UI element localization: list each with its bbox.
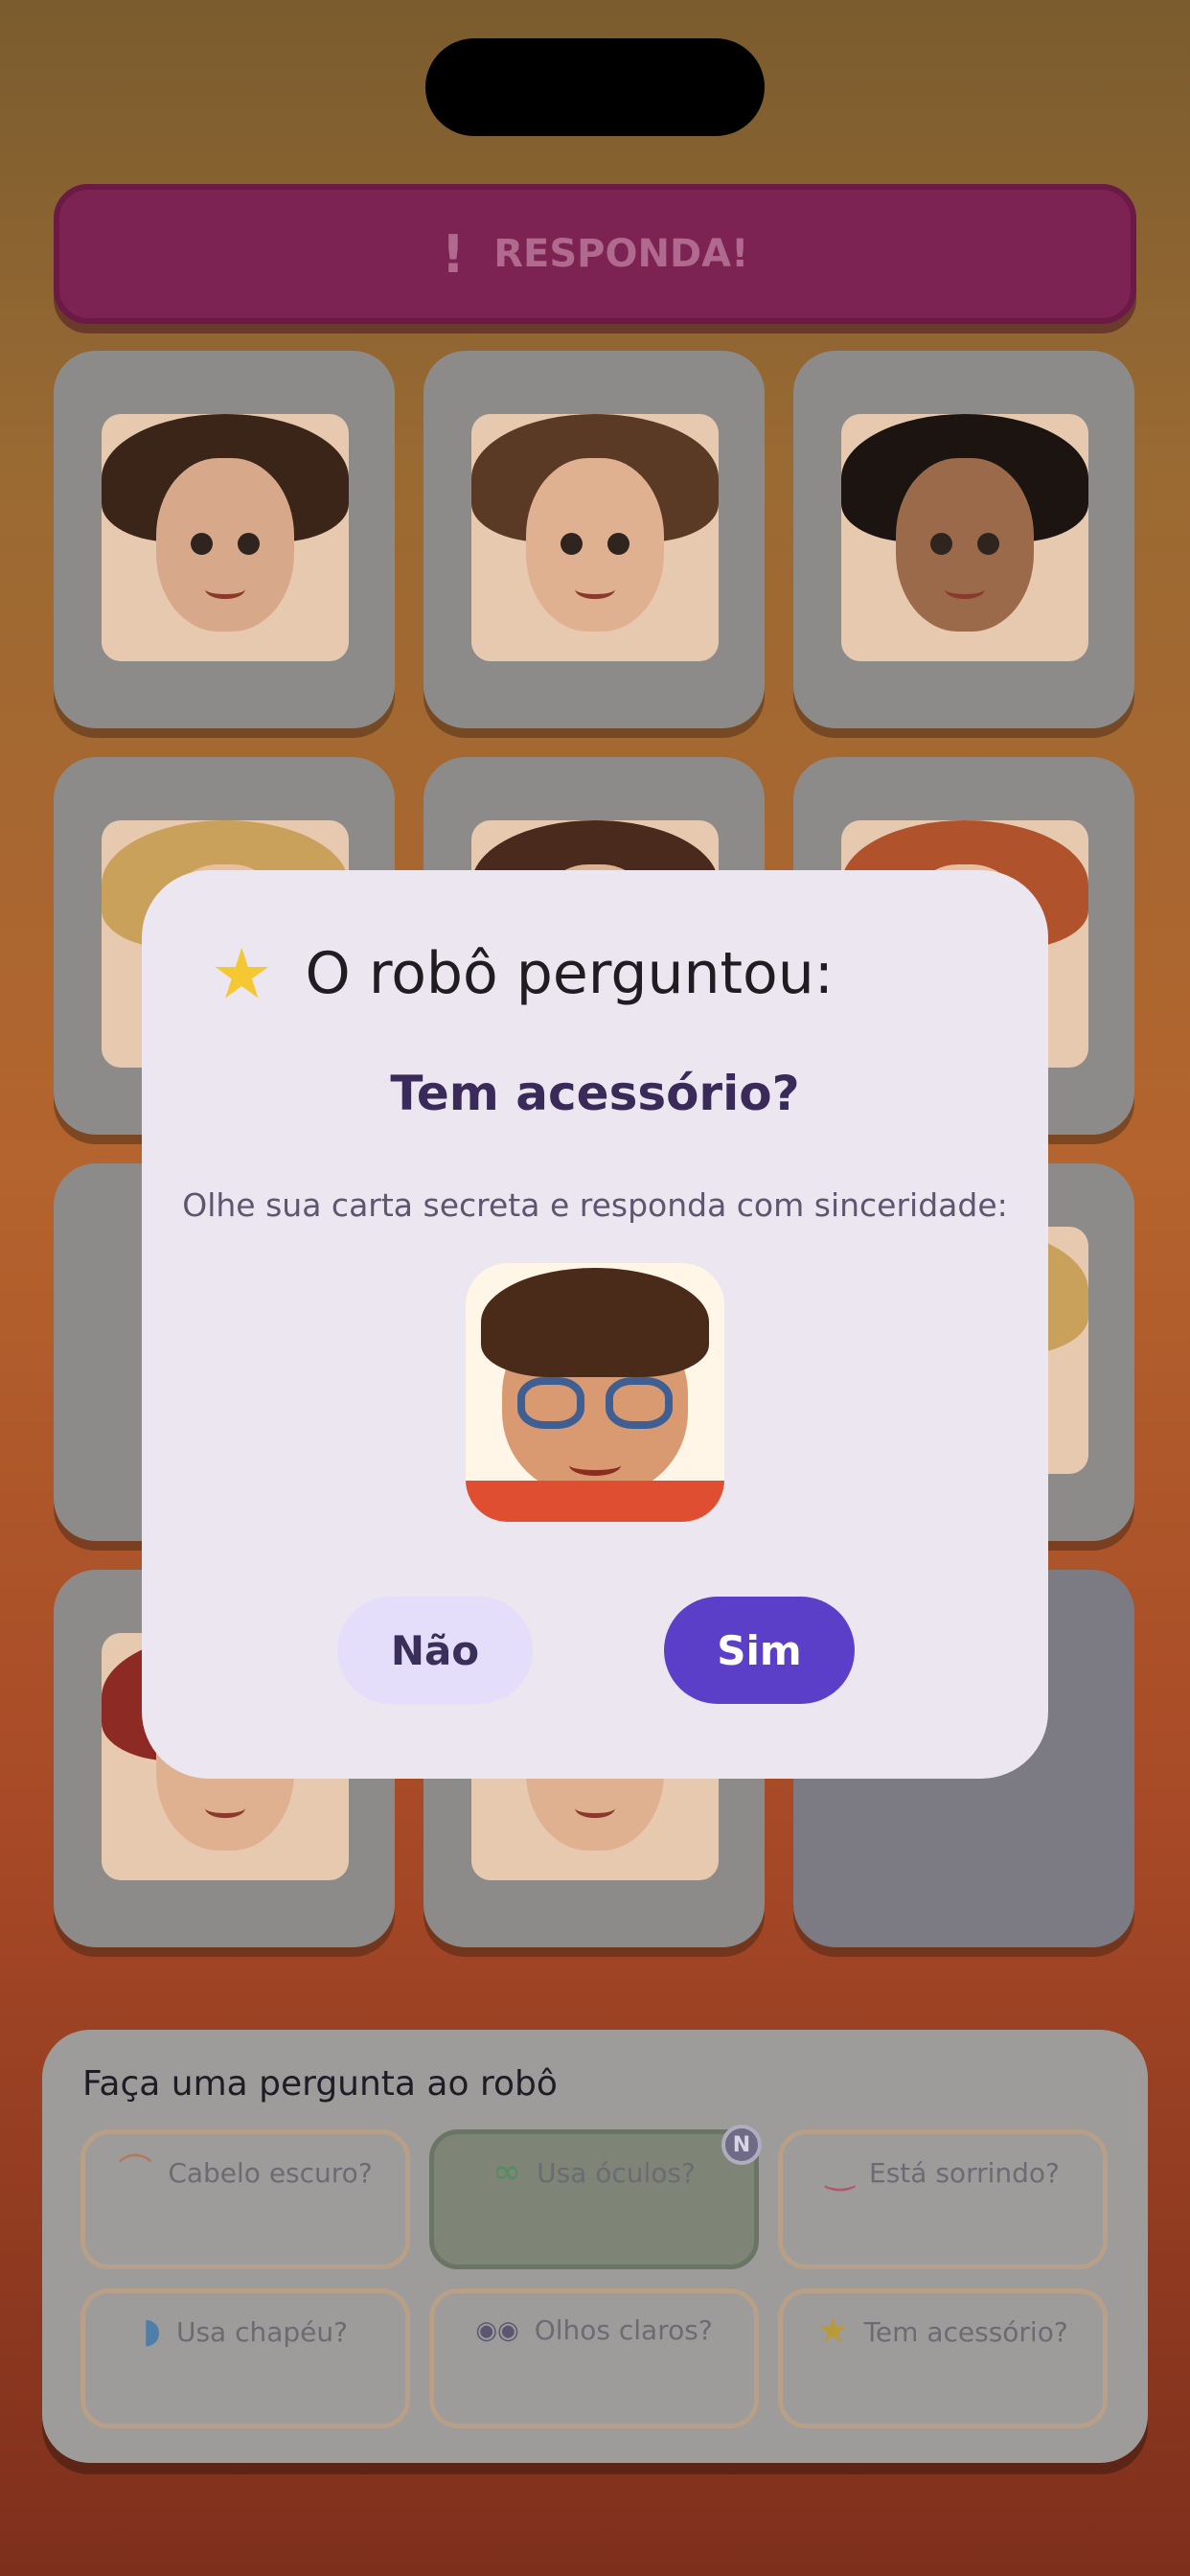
character-portrait bbox=[102, 414, 349, 661]
option-label: Olhos claros? bbox=[534, 2314, 713, 2346]
yes-button[interactable]: Sim bbox=[664, 1597, 855, 1704]
question-option-smiling[interactable]: ‿ Está sorrindo? bbox=[778, 2129, 1108, 2269]
ask-robot-panel: Faça uma pergunta ao robô ⌒ Cabelo escuro… bbox=[42, 2030, 1148, 2463]
dialog-title: O robô perguntou: bbox=[305, 940, 835, 1007]
option-label: Cabelo escuro? bbox=[168, 2156, 373, 2189]
star-icon: ★ bbox=[817, 2312, 849, 2351]
option-label: Tem acessório? bbox=[863, 2315, 1068, 2348]
exclamation-icon: ! bbox=[441, 223, 466, 285]
eyes-icon: ◉◉ bbox=[475, 2315, 519, 2345]
character-card[interactable] bbox=[793, 351, 1134, 728]
dialog-header: ★ O robô perguntou: bbox=[211, 939, 834, 1008]
option-label: Usa óculos? bbox=[537, 2156, 696, 2189]
panel-title: Faça uma pergunta ao robô bbox=[82, 2064, 558, 2104]
question-option-glasses[interactable]: ∞ Usa óculos? N bbox=[429, 2125, 762, 2269]
character-card[interactable] bbox=[423, 351, 765, 728]
device-notch bbox=[425, 38, 765, 136]
banner-label: RESPONDA! bbox=[493, 232, 749, 276]
new-badge: N bbox=[721, 2125, 762, 2165]
question-option-light-eyes[interactable]: ◉◉ Olhos claros? bbox=[429, 2288, 759, 2428]
secret-card-portrait bbox=[466, 1263, 724, 1522]
question-dialog: ★ O robô perguntou: Tem acessório? Olhe … bbox=[142, 870, 1048, 1779]
question-option-dark-hair[interactable]: ⌒ Cabelo escuro? bbox=[80, 2129, 410, 2269]
character-card[interactable] bbox=[54, 351, 395, 728]
robot-question: Tem acessório? bbox=[390, 1066, 800, 1121]
option-label: Usa chapéu? bbox=[175, 2315, 348, 2348]
character-portrait bbox=[841, 414, 1088, 661]
question-option-accessory[interactable]: ★ Tem acessório? bbox=[778, 2288, 1108, 2428]
no-button[interactable]: Não bbox=[337, 1597, 533, 1704]
smile-icon: ‿ bbox=[826, 2152, 855, 2192]
option-label: Está sorrindo? bbox=[869, 2156, 1060, 2189]
hair-icon: ⌒ bbox=[118, 2152, 153, 2192]
glasses-icon: ∞ bbox=[492, 2152, 522, 2192]
question-option-hat[interactable]: ◗ Usa chapéu? bbox=[80, 2288, 410, 2428]
character-portrait bbox=[471, 414, 719, 661]
respond-banner: ! RESPONDA! bbox=[54, 184, 1136, 324]
dialog-instruction: Olhe sua carta secreta e responda com si… bbox=[182, 1186, 1008, 1224]
star-icon: ★ bbox=[211, 933, 273, 1014]
cap-icon: ◗ bbox=[142, 2312, 161, 2351]
